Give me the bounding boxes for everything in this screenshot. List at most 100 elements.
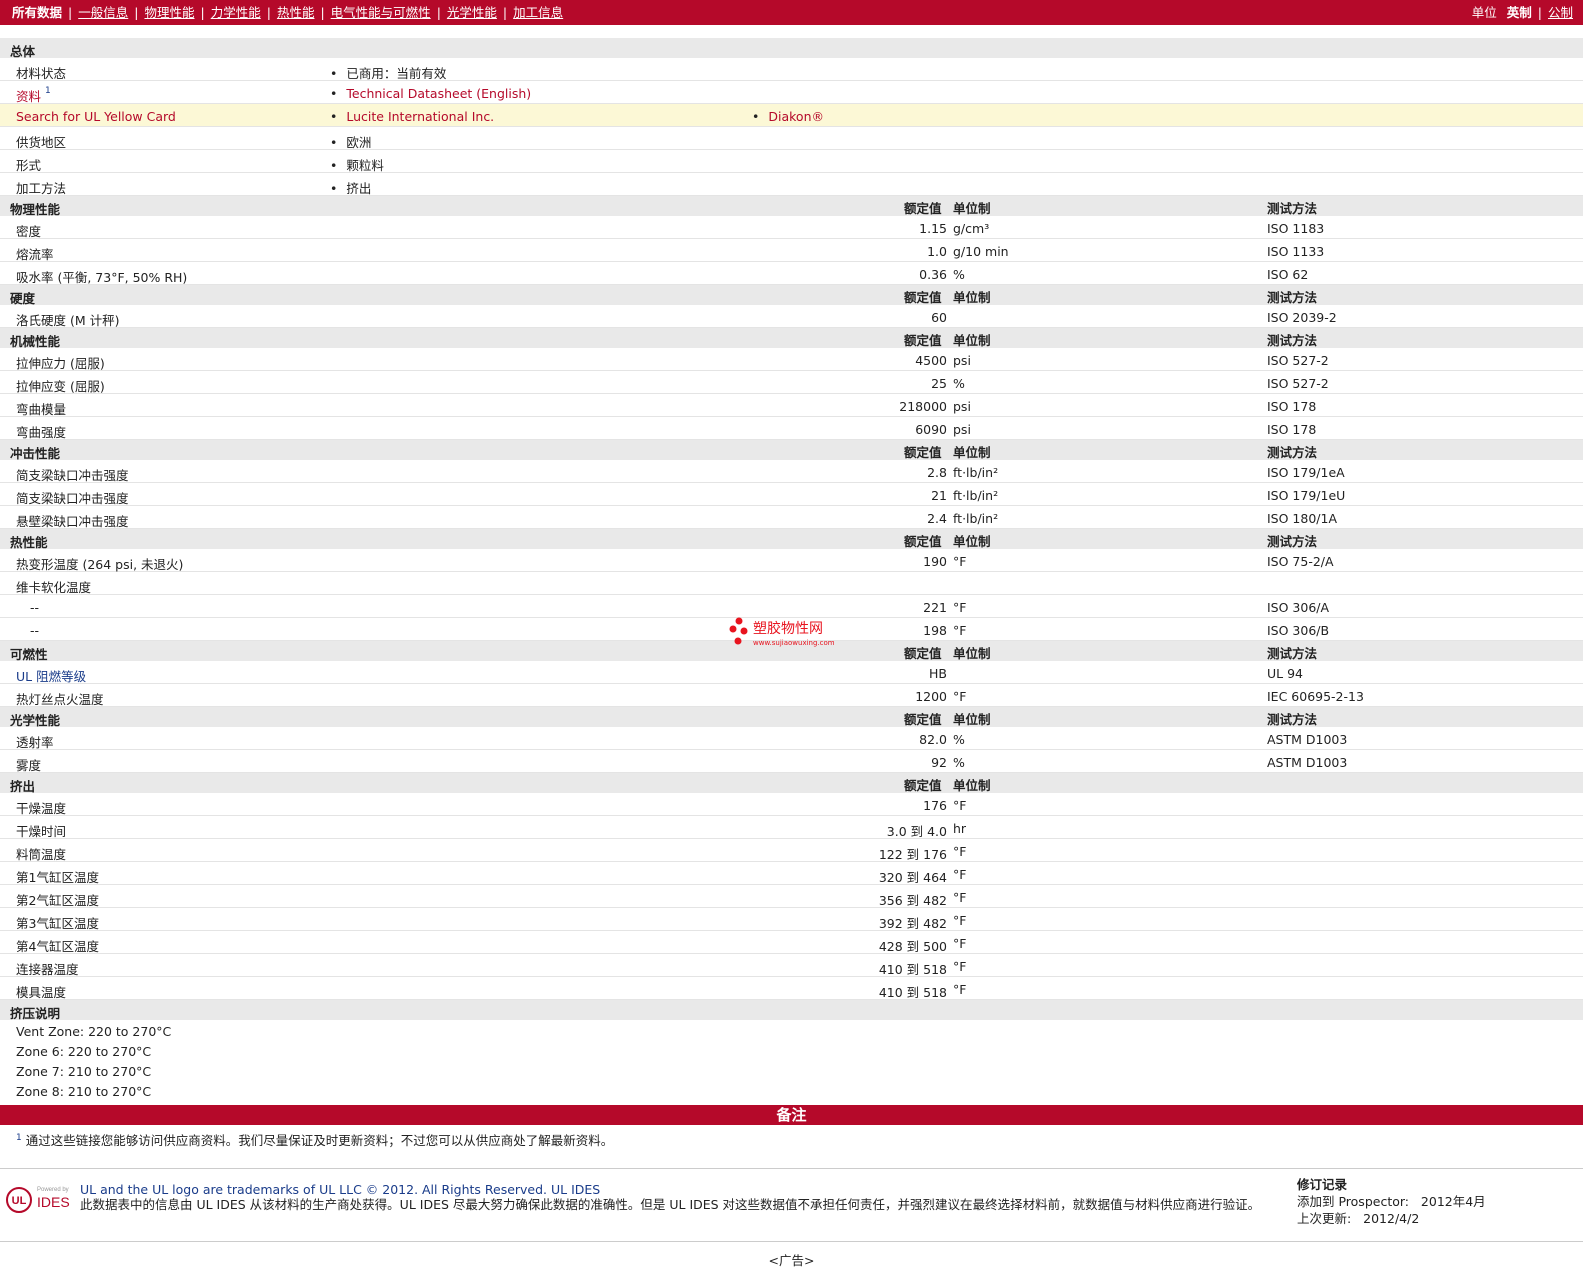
- property-label[interactable]: UL 阻燃等级: [16, 666, 86, 685]
- watermark-url: www.sujiaowuxing.com: [753, 639, 835, 647]
- property-label: 简支梁缺口冲击强度: [16, 468, 129, 483]
- unit-metric[interactable]: 公制: [1548, 5, 1573, 20]
- property-label: 第2气缸区温度: [16, 893, 99, 908]
- footer: UL IDES Powered by UL and the UL logo ar…: [0, 1168, 1583, 1242]
- extrusion-note-line: Vent Zone: 220 to 270°C: [16, 1024, 172, 1039]
- property-row: 第3气缸区温度 392 到 482 °F: [0, 908, 1583, 931]
- property-row: 拉伸应变 (屈服) 25% ISO 527-2: [0, 371, 1583, 394]
- footnote-text: 通过这些链接您能够访问供应商资料。我们尽量保证及时更新资料；不过您可以从供应商处…: [25, 1133, 614, 1148]
- general-row-label: Search for UL Yellow Card: [16, 109, 176, 124]
- property-value: 410 到 518: [878, 985, 947, 1000]
- property-test-method: ISO 180/1A: [1267, 511, 1338, 526]
- property-unit: °F: [953, 982, 967, 997]
- header-value: 额定值: [904, 445, 942, 460]
- property-test-method: ISO 179/1eU: [1267, 488, 1346, 503]
- header-unit: 单位制: [953, 445, 991, 460]
- property-value: 320 到 464: [878, 870, 947, 885]
- unit-imperial[interactable]: 英制: [1507, 5, 1532, 20]
- general-label-text: 资料: [16, 89, 42, 104]
- property-label: 熔流率: [16, 247, 54, 262]
- property-row: 热灯丝点火温度 1200 °F IEC 60695-2-13: [0, 684, 1583, 707]
- section-header: 物理性能 额定值 单位制 测试方法: [0, 196, 1583, 217]
- property-row: 简支梁缺口冲击强度 2.8 ft·lb/in² ISO 179/1eA: [0, 460, 1583, 483]
- property-test-method: ISO 178: [1267, 399, 1317, 414]
- section-header-general: 总体: [0, 38, 1583, 59]
- header-value: 额定值: [904, 778, 942, 793]
- property-label: 第1气缸区温度: [16, 870, 99, 885]
- property-row: 拉伸应力 (屈服) 4500 psi ISO 527-2: [0, 348, 1583, 371]
- header-unit: 单位制: [953, 333, 991, 348]
- property-test-method: ISO 1133: [1267, 244, 1325, 259]
- property-label: 干燥温度: [16, 801, 67, 816]
- nav-general-info[interactable]: 一般信息: [78, 5, 128, 20]
- general-value-item: 挤出: [330, 178, 371, 197]
- header-value: 额定值: [904, 290, 942, 305]
- property-row: 洛氏硬度 (M 计秤) 60 ISO 2039-2: [0, 305, 1583, 328]
- general-row: 资料 1 Technical Datasheet (English): [0, 81, 1583, 104]
- property-value: 356 到 482: [878, 893, 947, 908]
- property-row: 料筒温度 122 到 176 °F: [0, 839, 1583, 862]
- property-row: 弯曲模量 218000 psi ISO 178: [0, 394, 1583, 417]
- general-value-item[interactable]: Lucite International Inc.: [330, 109, 494, 124]
- nav-mechanical[interactable]: 力学性能: [211, 5, 261, 20]
- property-row: 模具温度 410 到 518 °F: [0, 977, 1583, 1000]
- general-row: 材料状态 已商用：当前有效: [0, 58, 1583, 81]
- section-header: 冲击性能 额定值 单位制 测试方法: [0, 440, 1583, 461]
- nav-all-data[interactable]: 所有数据: [12, 5, 62, 20]
- property-value: 428 到 500: [878, 939, 947, 954]
- property-unit: °F: [953, 844, 967, 859]
- nav-physical[interactable]: 物理性能: [144, 5, 194, 20]
- nav-electrical[interactable]: 电气性能与可燃性: [331, 5, 431, 20]
- general-value-item[interactable]: Technical Datasheet (English): [330, 86, 531, 101]
- property-label: 吸水率 (平衡, 73°F, 50% RH): [16, 270, 188, 285]
- property-label: 弯曲模量: [16, 402, 67, 417]
- property-value: 4500: [915, 353, 947, 368]
- property-unit: °F: [953, 689, 967, 704]
- extrusion-note-line: Zone 8: 210 to 270°C: [16, 1084, 152, 1099]
- property-value: 2.8: [927, 465, 947, 480]
- property-value: 1.15: [919, 221, 947, 236]
- general-label-text: 供货地区: [16, 135, 67, 150]
- section-title: 挤压说明: [10, 1006, 61, 1021]
- header-unit: 单位制: [953, 646, 991, 661]
- property-label: 透射率: [16, 735, 54, 750]
- property-unit: °F: [953, 936, 967, 951]
- property-unit: °F: [953, 913, 967, 928]
- property-row: 简支梁缺口冲击强度 21 ft·lb/in² ISO 179/1eU: [0, 483, 1583, 506]
- nav-processing[interactable]: 加工信息: [513, 5, 563, 20]
- property-unit: °F: [953, 890, 967, 905]
- header-value: 额定值: [904, 333, 942, 348]
- property-test-method: ISO 178: [1267, 422, 1317, 437]
- property-row: 维卡软化温度: [0, 572, 1583, 595]
- revision-added-date: 2012年4月: [1420, 1194, 1486, 1209]
- nav-thermal[interactable]: 热性能: [277, 5, 315, 20]
- section-header: 挤出 额定值 单位制: [0, 773, 1583, 794]
- nav-optical[interactable]: 光学性能: [447, 5, 497, 20]
- general-label-text: 加工方法: [16, 181, 67, 196]
- general-row-label: 资料 1: [16, 86, 51, 105]
- property-test-method: ISO 527-2: [1267, 376, 1329, 391]
- property-row: 第1气缸区温度 320 到 464 °F: [0, 862, 1583, 885]
- extrusion-note-line: Zone 7: 210 to 270°C: [16, 1064, 152, 1079]
- property-label: 悬壁梁缺口冲击强度: [16, 514, 129, 529]
- property-unit: ft·lb/in²: [953, 488, 999, 503]
- property-unit: °F: [953, 600, 967, 615]
- property-label: 拉伸应变 (屈服): [16, 379, 105, 394]
- property-test-method: ISO 2039-2: [1267, 310, 1337, 325]
- general-value-item[interactable]: Diakon®: [752, 109, 824, 124]
- property-value: 198: [923, 623, 947, 638]
- general-label-text: 材料状态: [16, 66, 67, 81]
- general-row: 供货地区 欧洲: [0, 127, 1583, 150]
- revision-title: 修订记录: [1297, 1177, 1348, 1192]
- property-row: 熔流率 1.0 g/10 min ISO 1133: [0, 239, 1583, 262]
- watermark-text: 塑胶物性网: [753, 620, 823, 637]
- header-unit: 单位制: [953, 778, 991, 793]
- property-value: 21: [931, 488, 947, 503]
- units-label: 单位: [1471, 5, 1497, 20]
- general-row-label: 加工方法: [16, 178, 66, 197]
- property-row: 弯曲强度 6090 psi ISO 178: [0, 417, 1583, 440]
- footnote-ref[interactable]: 1: [45, 86, 51, 96]
- property-label: 拉伸应力 (屈服): [16, 356, 105, 371]
- property-test-method: UL 94: [1267, 666, 1303, 681]
- general-row-label: 材料状态: [16, 63, 66, 82]
